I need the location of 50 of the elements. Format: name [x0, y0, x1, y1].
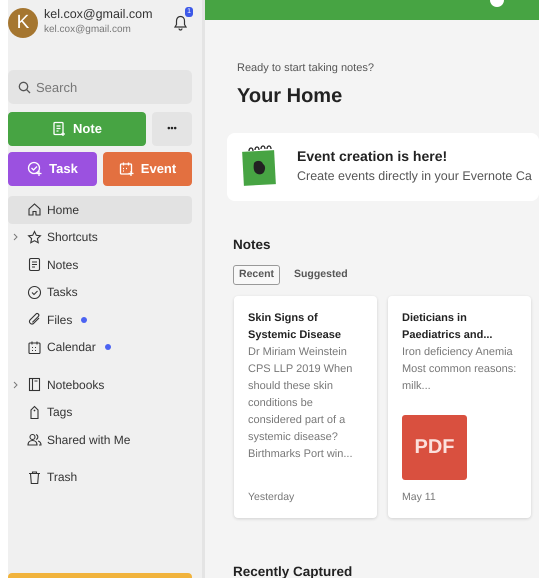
note-snippet: Iron deficiency Anemia Most common reasons: milk... [402, 344, 518, 394]
sidebar-item[interactable]: Files [8, 306, 192, 334]
more-button[interactable]: ••• [152, 112, 192, 146]
pdf-thumbnail: PDF [402, 414, 467, 480]
note-card[interactable]: Dieticians in Paediatrics and... Iron deficiency Anemia Most common reasons: milk... PDF May 11 [388, 296, 531, 518]
section-title: Notes [233, 236, 272, 254]
notebook-icon [27, 377, 42, 392]
sidebar-item[interactable]: Tasks [8, 278, 192, 306]
search-icon [18, 81, 31, 94]
home-icon [27, 202, 42, 218]
home-subtitle: Ready to start taking notes? [237, 61, 375, 76]
sidebar-item[interactable]: Calendar [8, 334, 192, 361]
account-name: kel.cox@gmail.com [44, 6, 153, 22]
trash-icon [27, 470, 42, 485]
note-title: Skin Signs of Systemic Disease [248, 310, 342, 342]
paperclip-icon [27, 312, 42, 328]
note-add-icon [52, 121, 68, 137]
calendar-add-icon [118, 161, 135, 177]
note-icon [27, 257, 42, 272]
tab[interactable]: Recent [233, 264, 280, 284]
search-field[interactable]: Search [8, 70, 192, 104]
note-date: May 11 [402, 490, 437, 505]
note-snippet: Dr Miriam Weinstein CPS LLP 2019 When should these skin conditions be considered part of a systemic disease? Birthmarks Port win... [248, 344, 354, 462]
home-title: Your Home [237, 84, 344, 108]
sidebar-item[interactable]: Notebooks [8, 371, 192, 398]
task-add-icon [27, 161, 44, 177]
sidebar-item[interactable]: Shortcuts [8, 224, 192, 251]
announcement-text: Create events directly in your Evernote Ca [297, 168, 532, 185]
note-date: Yesterday [248, 490, 296, 505]
create-button[interactable]: Task [8, 152, 97, 186]
check-circle-icon [27, 284, 42, 300]
sidebar-item[interactable]: Shared with Me [8, 426, 192, 454]
sidebar-item[interactable]: Notes [8, 251, 192, 278]
sidebar-item[interactable]: Trash [8, 464, 192, 491]
star-icon [27, 230, 42, 245]
tab[interactable]: Suggested [288, 264, 354, 284]
expand-icon[interactable] [13, 380, 18, 389]
expand-icon[interactable] [13, 233, 18, 242]
notepad-icon [241, 144, 279, 186]
announcement-title: Event creation is here! [297, 146, 448, 166]
sidebar-item[interactable]: Home [8, 196, 192, 224]
section-title: Recently Captured [233, 562, 354, 578]
bell-icon[interactable] [173, 14, 188, 31]
sidebar-item[interactable]: Tags [8, 398, 192, 426]
account-email: kel.cox@gmail.com [44, 23, 132, 37]
avatar[interactable]: K [8, 8, 38, 38]
note-card[interactable]: Skin Signs of Systemic Disease Dr Miriam Weinstein CPS LLP 2019 When should these skin conditions be considered part of a systemic disease? Birthmarks Port win... Yesterday [234, 296, 377, 518]
calendar-icon [27, 340, 42, 355]
note-title: Dieticians in Paediatrics and... [402, 310, 494, 342]
people-icon [27, 432, 42, 448]
